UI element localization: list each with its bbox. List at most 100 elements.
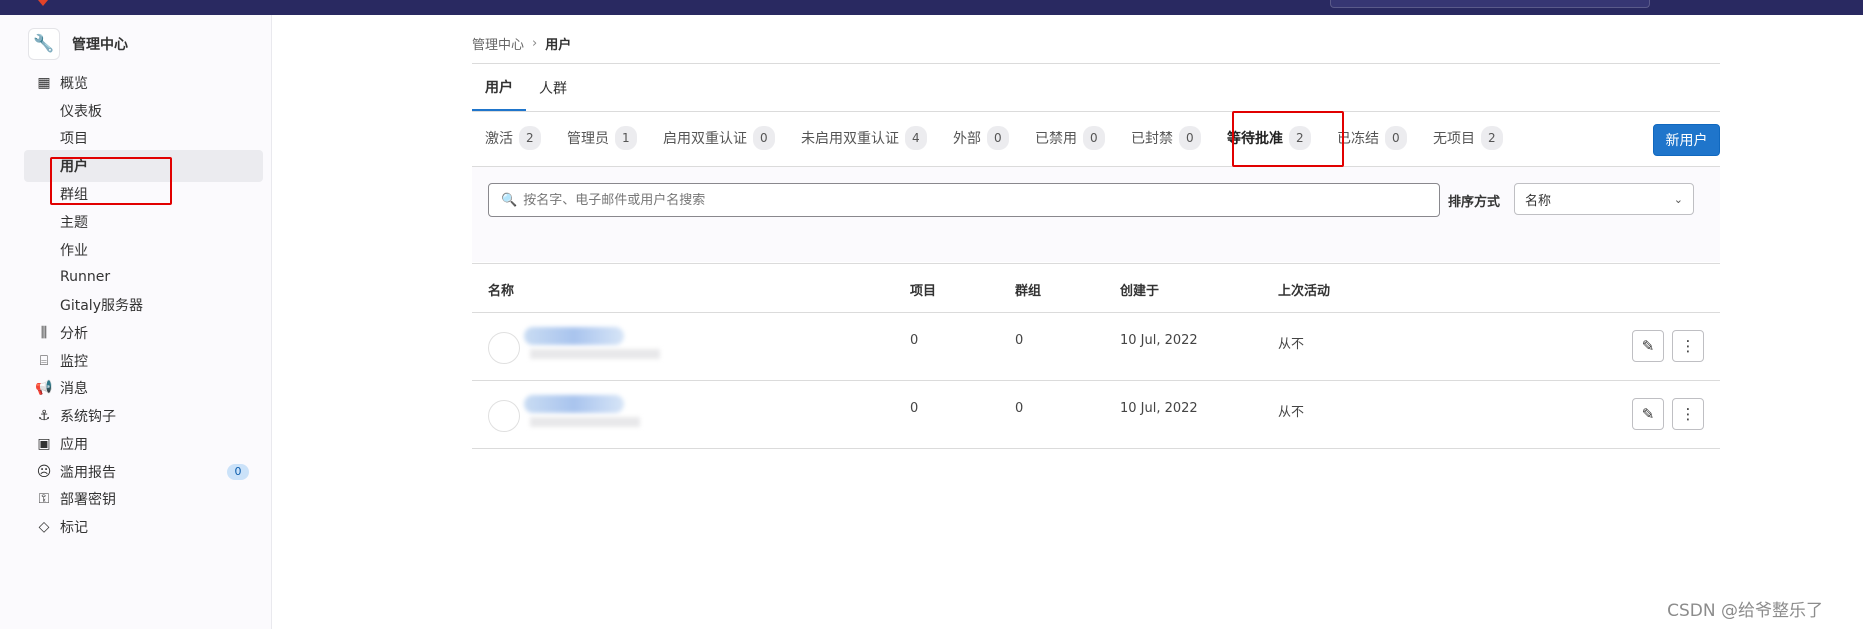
edit-button[interactable]: ✎ <box>1632 330 1664 362</box>
tab-banned[interactable]: 已封禁 0 <box>1118 112 1214 164</box>
wrench-icon: 🔧 <box>28 28 60 60</box>
filter-bar: 🔍 排序方式 名称 ⌄ <box>472 167 1720 262</box>
header-created[interactable]: 创建于 <box>1120 280 1159 299</box>
cell-groups: 0 <box>1015 333 1024 348</box>
sidebar-item-labels[interactable]: ◇ 标记 <box>24 511 263 543</box>
sidebar-item-label: 作业 <box>60 243 88 259</box>
header-groups[interactable]: 群组 <box>1015 280 1041 299</box>
more-actions-button[interactable]: ⋮ <box>1672 330 1704 362</box>
user-search-input[interactable] <box>523 192 1424 208</box>
tab-users[interactable]: 用户 <box>472 64 526 111</box>
cell-last-activity: 从不 <box>1278 337 1305 352</box>
chevron-down-icon: ⌄ <box>1673 192 1683 206</box>
tab-2fa-disabled[interactable]: 未启用双重认证 4 <box>788 112 940 164</box>
monitor-icon: ⌸ <box>39 353 49 369</box>
ellipsis-v-icon: ⋮ <box>1680 337 1696 355</box>
tab-2fa-enabled[interactable]: 启用双重认证 0 <box>650 112 788 164</box>
table-row[interactable]: 0 0 10 Jul, 2022 从不 ✎ ⋮ <box>472 381 1720 449</box>
primary-tabs: 用户 人群 <box>472 64 580 111</box>
overview-icon: ▦ <box>37 75 51 91</box>
sidebar-item-label: 标记 <box>60 520 88 536</box>
sidebar-item-label: 监控 <box>60 354 88 370</box>
tab-without-projects[interactable]: 无项目 2 <box>1420 112 1516 164</box>
new-user-button[interactable]: 新用户 <box>1653 124 1720 156</box>
more-actions-button[interactable]: ⋮ <box>1672 398 1704 430</box>
sidebar-header[interactable]: 🔧 管理中心 <box>28 26 128 62</box>
hook-icon: ⚓ <box>37 408 51 424</box>
users-table: 名称 项目 群组 创建于 上次活动 0 0 10 Jul, 2022 从不 ✎ … <box>472 263 1720 449</box>
header-last-activity[interactable]: 上次活动 <box>1278 280 1330 299</box>
tab-admins[interactable]: 管理员 1 <box>554 112 650 164</box>
tab-label: 已禁用 <box>1035 131 1077 147</box>
header-projects[interactable]: 项目 <box>910 280 936 299</box>
redacted-username[interactable] <box>524 395 624 413</box>
tab-count-badge: 2 <box>1481 126 1503 150</box>
sidebar-item-label: 用户 <box>60 159 88 175</box>
tab-label: 管理员 <box>567 131 609 147</box>
pencil-icon: ✎ <box>1641 405 1655 423</box>
cell-projects: 0 <box>910 333 919 348</box>
table-header: 名称 项目 群组 创建于 上次活动 <box>472 263 1720 313</box>
tab-count-badge: 0 <box>1385 126 1407 150</box>
tab-deactivated[interactable]: 已冻结 0 <box>1324 112 1420 164</box>
top-navbar <box>0 0 1863 15</box>
tab-label: 已冻结 <box>1337 131 1379 147</box>
gitlab-logo-icon[interactable] <box>38 0 48 6</box>
sidebar-item-label: 仪表板 <box>60 104 102 120</box>
redacted-email <box>530 349 660 359</box>
cell-projects: 0 <box>910 401 919 416</box>
tab-count-badge: 0 <box>987 126 1009 150</box>
sidebar-item-label: 概览 <box>60 76 88 92</box>
cell-created: 10 Jul, 2022 <box>1120 401 1198 416</box>
tab-count-badge: 0 <box>1083 126 1105 150</box>
tab-label: 激活 <box>485 131 513 147</box>
sidebar-item-label: Runner <box>60 269 111 285</box>
tab-pending-approval[interactable]: 等待批准 2 <box>1214 112 1324 164</box>
label-icon: ◇ <box>38 519 50 535</box>
cell-created: 10 Jul, 2022 <box>1120 333 1198 348</box>
tab-blocked[interactable]: 已禁用 0 <box>1022 112 1118 164</box>
abuse-icon: ☹ <box>36 464 52 480</box>
tab-label: 启用双重认证 <box>663 131 747 147</box>
breadcrumb-root[interactable]: 管理中心 <box>472 34 524 53</box>
abuse-count-badge: 0 <box>227 464 249 480</box>
sidebar-item-label: 系统钩子 <box>60 409 116 425</box>
cell-last-activity: 从不 <box>1278 405 1305 420</box>
avatar[interactable] <box>488 400 520 432</box>
tab-count-badge: 1 <box>615 126 637 150</box>
pencil-icon: ✎ <box>1641 337 1655 355</box>
avatar[interactable] <box>488 332 520 364</box>
search-icon: 🔍 <box>501 192 518 208</box>
tab-cohorts[interactable]: 人群 <box>526 64 580 111</box>
sidebar-item-label: 消息 <box>60 381 88 397</box>
divider <box>472 63 1720 64</box>
edit-button[interactable]: ✎ <box>1632 398 1664 430</box>
table-row[interactable]: 0 0 10 Jul, 2022 从不 ✎ ⋮ <box>472 313 1720 381</box>
sort-dropdown[interactable]: 名称 ⌄ <box>1514 183 1694 215</box>
tab-active[interactable]: 激活 2 <box>472 112 554 164</box>
tab-label: 未启用双重认证 <box>801 131 899 147</box>
breadcrumb-current: 用户 <box>545 37 572 53</box>
tab-count-badge: 2 <box>1289 126 1311 150</box>
sidebar-item-label: 应用 <box>60 437 88 453</box>
tab-external[interactable]: 外部 0 <box>940 112 1022 164</box>
sidebar-item-label: 分析 <box>60 326 88 342</box>
analytics-icon: ⫼ <box>40 325 48 341</box>
tab-count-badge: 2 <box>519 126 541 150</box>
tab-count-badge: 0 <box>1179 126 1201 150</box>
chevron-right-icon: › <box>532 35 538 51</box>
tab-label: 等待批准 <box>1227 131 1283 147</box>
sidebar-item-label: 滥用报告 <box>60 465 116 481</box>
tab-count-badge: 0 <box>753 126 775 150</box>
redacted-username[interactable] <box>524 327 624 345</box>
breadcrumb: 管理中心 › 用户 <box>472 33 571 53</box>
header-name[interactable]: 名称 <box>488 280 514 299</box>
sidebar-item-label: 项目 <box>60 131 88 147</box>
user-search-box[interactable]: 🔍 <box>488 183 1440 217</box>
redacted-email <box>530 417 640 427</box>
tab-count-badge: 4 <box>905 126 927 150</box>
global-search-input[interactable] <box>1330 0 1650 8</box>
sort-label: 排序方式 <box>1448 195 1501 210</box>
sort-selected-value: 名称 <box>1525 193 1552 209</box>
tab-label: 无项目 <box>1433 131 1475 147</box>
